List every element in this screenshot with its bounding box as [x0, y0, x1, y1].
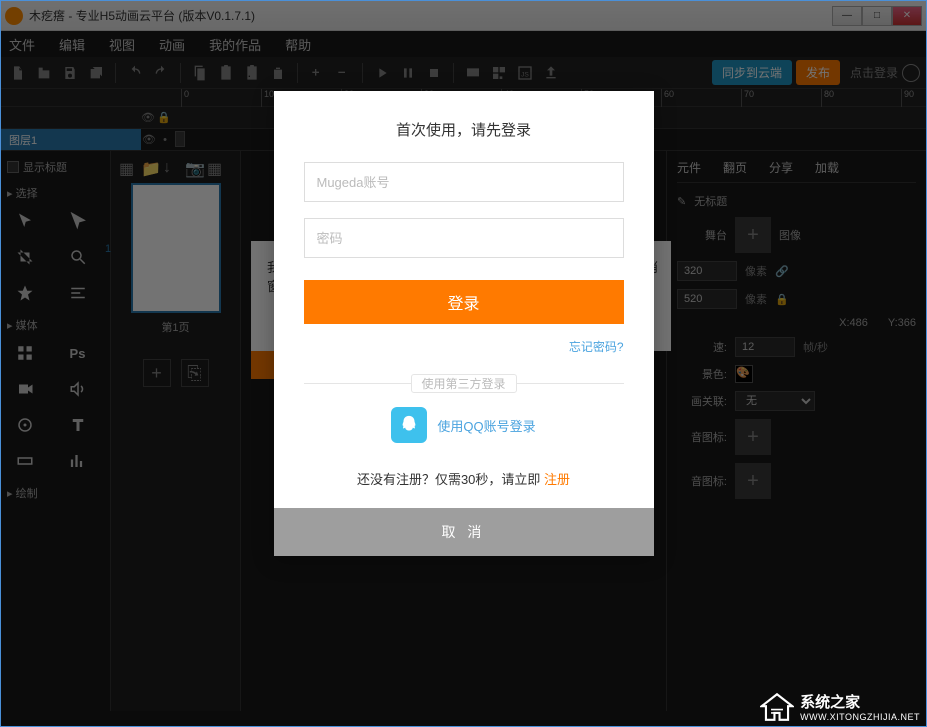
modal-overlay: 首次使用，请先登录 登录 忘记密码? 使用第三方登录 使用QQ账号登录	[1, 1, 926, 726]
qq-icon[interactable]	[391, 407, 427, 443]
forgot-password-link[interactable]: 忘记密码?	[569, 340, 624, 354]
password-input[interactable]	[304, 218, 624, 258]
watermark: 系统之家 WWW.XITONGZHIJIA.NET	[760, 691, 920, 722]
cancel-button[interactable]: 取 消	[274, 508, 654, 556]
username-input[interactable]	[304, 162, 624, 202]
house-icon	[760, 692, 794, 722]
login-button[interactable]: 登录	[304, 280, 624, 324]
login-heading: 首次使用，请先登录	[304, 119, 624, 140]
register-text: 还没有注册？仅需30秒，请立即 注册	[304, 469, 624, 488]
register-link[interactable]: 注册	[544, 472, 570, 487]
third-party-label: 使用第三方登录	[411, 374, 517, 393]
app-window: 木疙瘩 - 专业H5动画云平台 (版本V0.1.7.1) — □ ✕ 文件 编辑…	[0, 0, 927, 727]
qq-login-link[interactable]: 使用QQ账号登录	[437, 416, 535, 435]
login-dialog: 首次使用，请先登录 登录 忘记密码? 使用第三方登录 使用QQ账号登录	[274, 91, 654, 556]
